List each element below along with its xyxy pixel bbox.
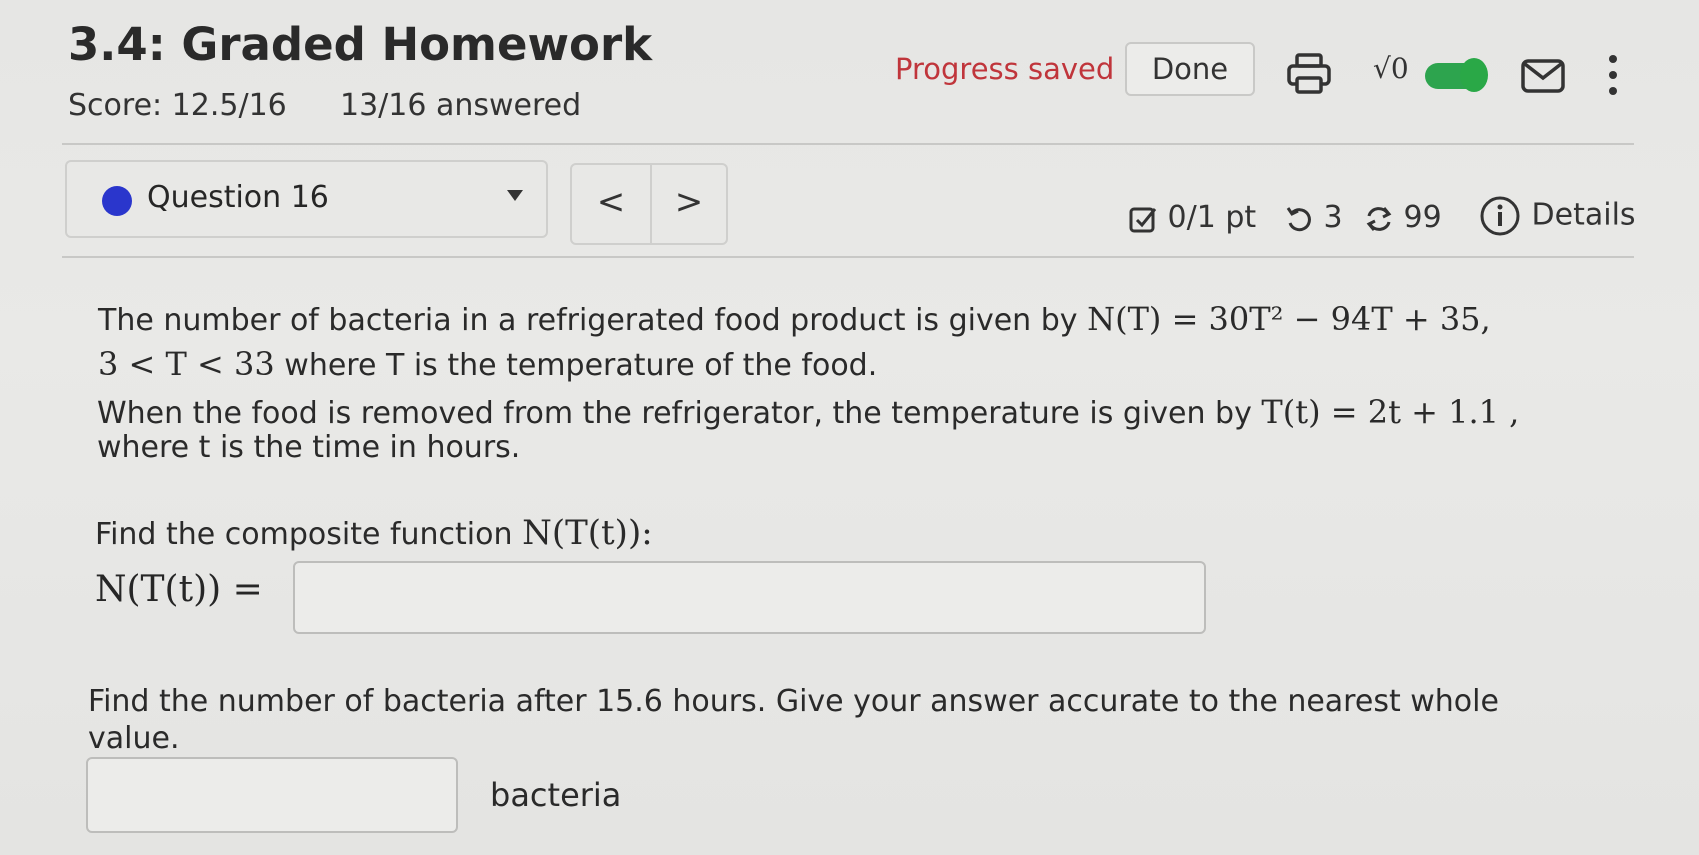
composite-function-input[interactable] [295,563,1204,632]
details-label: Details [1531,197,1636,233]
problem-line-1: The number of bacteria in a refrigerated… [98,300,1491,338]
print-icon[interactable] [1285,52,1333,100]
composite-function-answer-box[interactable] [293,561,1206,634]
bacteria-count-answer-box[interactable] [86,757,458,833]
bacteria-count-input[interactable] [88,759,456,831]
more-options-icon[interactable] [1603,52,1623,102]
next-question-button[interactable]: > [652,165,726,243]
done-button[interactable]: Done [1125,42,1255,96]
problem-line-4: where t is the time in hours. [97,430,521,465]
points-indicator: 0/1 pt [1128,200,1256,235]
part1-label: N(T(t)) = [95,569,263,610]
part1-prompt-text: Find the composite function [95,517,513,552]
toggle-knob[interactable] [1460,58,1488,92]
question-nav: < > [570,163,728,245]
part2-prompt-line-1: Find the number of bacteria after 15.6 h… [88,684,1499,719]
page-title: 3.4: Graded Homework [68,18,653,71]
part1-prompt-math: N(T(t)): [522,513,653,553]
problem-text-1: The number of bacteria in a refrigerated… [98,303,1078,338]
mail-icon[interactable] [1520,58,1566,98]
part2-prompt-line-2: value. [88,721,180,756]
attempts-indicator: 99 [1364,200,1442,235]
header-divider [62,143,1634,145]
retries-count: 3 [1323,200,1343,235]
formula-t-of-t: T(t) = 2t + 1.1 , [1261,393,1520,431]
checkbox-icon [1129,207,1157,232]
score-text: Score: 12.5/16 [68,88,287,123]
retries-indicator: 3 [1284,200,1343,235]
question-selector-label: Question 16 [147,180,329,215]
question-status-dot [102,186,132,216]
details-button[interactable]: Details [1478,194,1636,238]
attempts-icon [1366,206,1392,231]
retry-icon [1286,206,1311,231]
chevron-down-icon [507,190,523,201]
attempts-count: 99 [1403,200,1442,235]
toolbar-divider [62,256,1634,258]
bacteria-unit-label: bacteria [490,776,622,814]
previous-question-button[interactable]: < [572,165,652,243]
points-text: 0/1 pt [1167,200,1257,235]
problem-text-2: where T is the temperature of the food. [284,348,878,383]
domain-inequality: 3 < T < 33 [98,345,275,383]
problem-text-3: When the food is removed from the refrig… [97,396,1252,431]
part1-prompt: Find the composite function N(T(t)): [95,513,653,553]
problem-line-2: 3 < T < 33 where T is the temperature of… [98,345,877,383]
progress-status: Progress saved [895,52,1115,86]
sqrt-label: √0 [1373,52,1409,85]
formula-n-of-t: N(T) = 30T² − 94T + 35, [1087,300,1491,338]
question-selector[interactable]: Question 16 [65,160,548,238]
info-icon [1480,196,1520,236]
answered-count: 13/16 answered [340,88,582,123]
problem-line-3: When the food is removed from the refrig… [97,393,1519,431]
